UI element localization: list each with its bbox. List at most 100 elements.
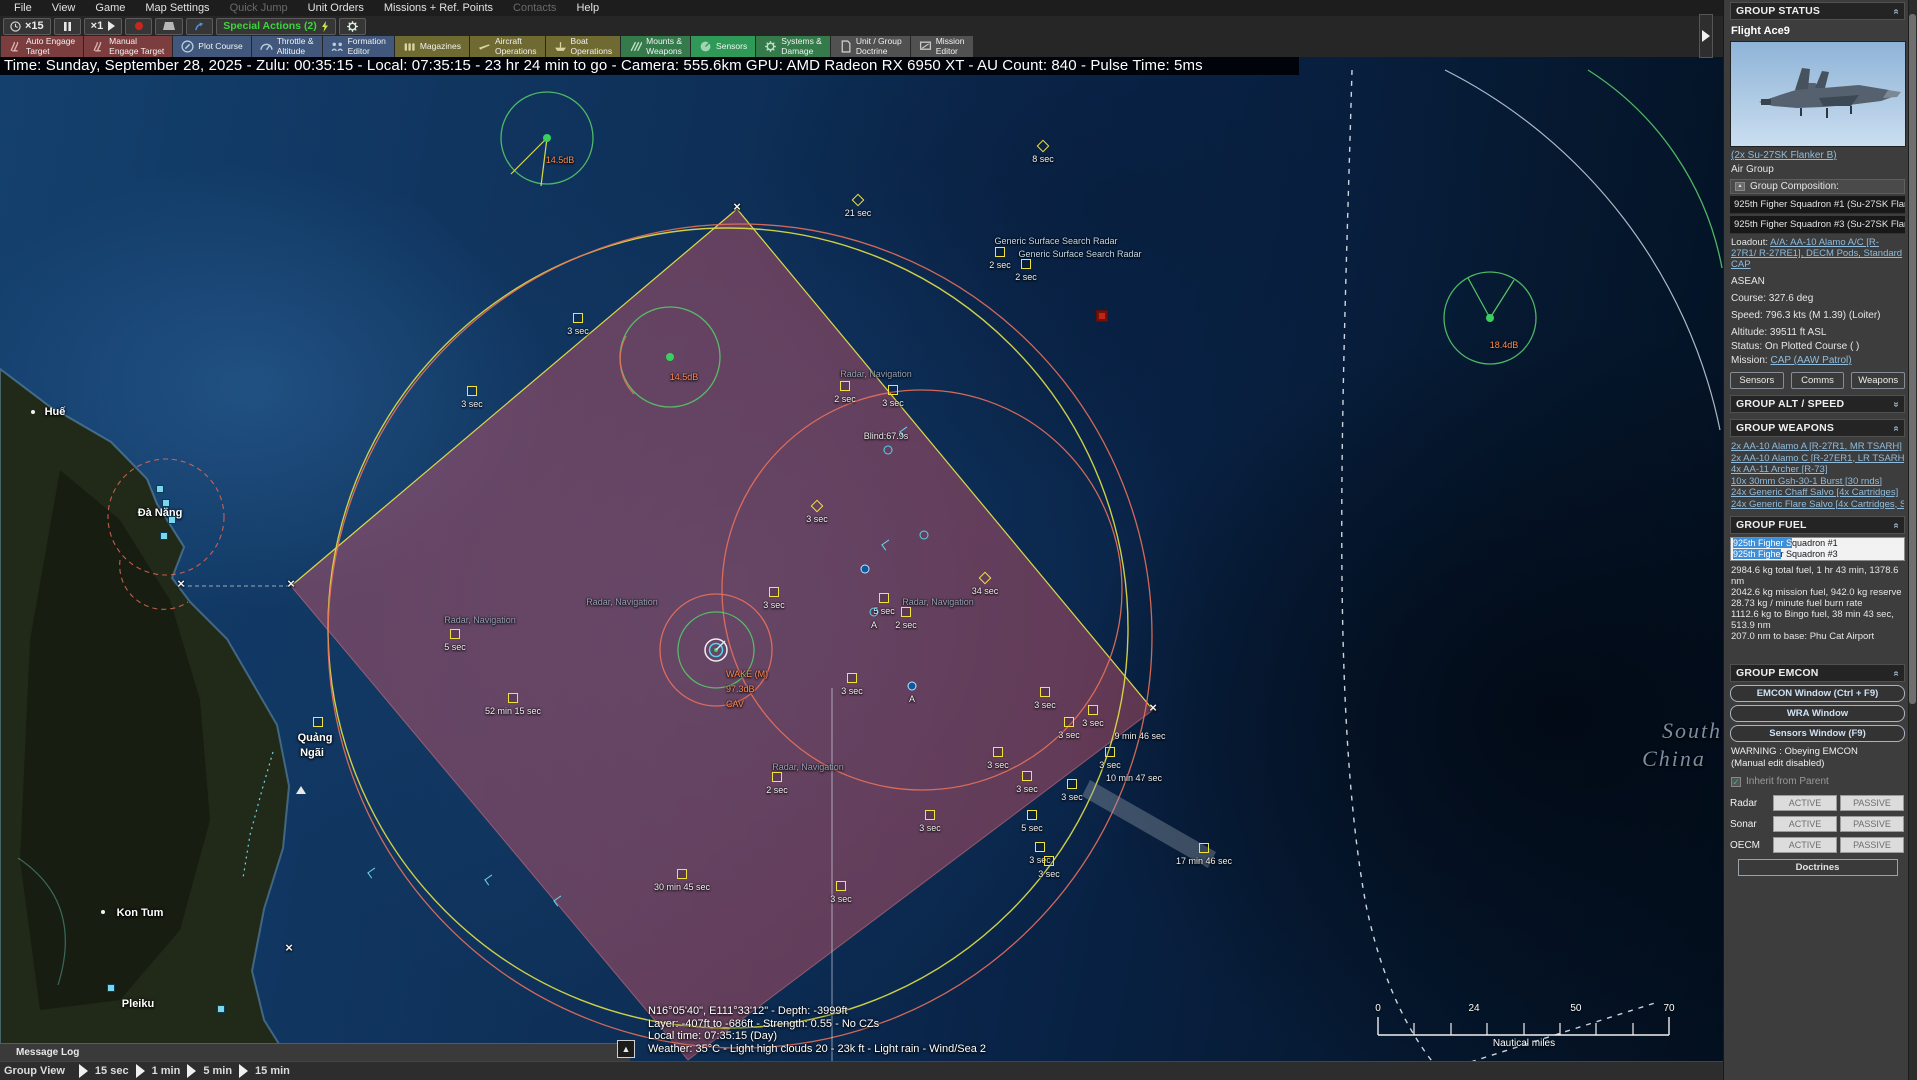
wake-contact[interactable] [703,637,729,663]
friendly-base-icon[interactable] [162,499,170,507]
contact-unknown-surface[interactable] [925,810,935,820]
contact-unknown-surface[interactable] [836,881,846,891]
tab-sensors[interactable]: Sensors [1730,372,1784,389]
contact-unknown-surface[interactable] [879,593,889,603]
contact-unknown-surface[interactable] [772,772,782,782]
emcon-button-sensors-window-f9[interactable]: Sensors Window (F9) [1730,725,1905,742]
pause-button[interactable] [54,18,81,35]
menu-contacts[interactable]: Contacts [503,1,566,15]
weapon-link[interactable]: 4x AA-11 Archer [R-73] [1731,464,1904,476]
contact-unknown-surface[interactable] [1022,771,1032,781]
contact-unknown-surface[interactable] [847,673,857,683]
contact-unknown-surface[interactable] [993,747,1003,757]
time-advance-5-min[interactable]: 5 min [187,1064,232,1078]
sidebar-collapse-button[interactable] [1699,14,1713,58]
contact-friendly-air[interactable] [870,608,879,617]
toolbar-throttle-altitude[interactable]: Throttle &Altitude [252,36,322,57]
emcon-active-button[interactable]: ACTIVE [1773,816,1837,832]
menu-file[interactable]: File [4,1,42,15]
contact-unknown-surface[interactable] [1021,259,1031,269]
contact-unknown-surface[interactable] [677,869,687,879]
section-alt-speed[interactable]: GROUP ALT / SPEED » [1730,395,1905,413]
toolbar-boat-operations[interactable]: BoatOperations [546,36,621,57]
contact-unknown-surface[interactable] [901,607,911,617]
contact-unknown-surface[interactable] [1027,810,1037,820]
toolbar-formation-editor[interactable]: FormationEditor [323,36,394,57]
toolbar-magazines[interactable]: Magazines [395,36,469,57]
sidebar-scrollbar[interactable] [1908,0,1917,1080]
friendly-base-icon[interactable] [168,516,176,524]
friendly-base-icon[interactable] [160,532,168,540]
contact-unknown-surface[interactable] [888,385,898,395]
contact-friendly-air[interactable] [920,531,929,540]
emcon-passive-button[interactable]: PASSIVE [1840,837,1904,853]
emcon-passive-button[interactable]: PASSIVE [1840,795,1904,811]
group-view-label[interactable]: Group View [4,1065,65,1077]
settings-button[interactable] [339,18,366,35]
contact-unknown-surface[interactable] [995,247,1005,257]
toolbar-mission-editor[interactable]: MissionEditor [911,36,973,57]
contact-unknown-surface[interactable] [508,693,518,703]
tab-comms[interactable]: Comms [1791,372,1845,389]
time-speed-button[interactable]: ×15 [3,18,51,35]
special-actions-button[interactable]: Special Actions (2) [216,18,336,35]
tab-weapons[interactable]: Weapons [1851,372,1905,389]
menu-unit-orders[interactable]: Unit Orders [298,1,374,15]
fuel-unit-row[interactable]: 925th Figher Squadron #1 [1731,538,1904,549]
contact-unknown-surface[interactable] [769,587,779,597]
friendly-base-icon[interactable] [217,1005,225,1013]
contact-unknown-surface[interactable] [450,629,460,639]
weapon-link[interactable]: 10x 30mm Gsh-30-1 Burst [30 rnds] [1731,476,1904,488]
emcon-active-button[interactable]: ACTIVE [1773,795,1837,811]
group-composition-header[interactable]: ▴ Group Composition: [1730,179,1905,194]
contact-hostile-surface[interactable] [1096,310,1108,322]
contact-unknown-surface[interactable] [1040,687,1050,697]
section-fuel[interactable]: GROUP FUEL » [1730,516,1905,534]
city-dot-icon[interactable] [101,910,105,914]
contact-unknown-surface[interactable] [1035,842,1045,852]
menu-map-settings[interactable]: Map Settings [135,1,219,15]
menu-missions-ref-points[interactable]: Missions + Ref. Points [374,1,503,15]
contact-friendly-unit[interactable] [861,565,870,574]
time-advance-15-sec[interactable]: 15 sec [79,1064,129,1078]
toolbar-plot-course[interactable]: Plot Course [173,36,250,57]
contact-friendly-unit[interactable] [908,682,917,691]
jump-button[interactable] [186,18,213,35]
collapse-toggle-icon[interactable]: ▴ [1735,182,1745,191]
weapon-link[interactable]: 2x AA-10 Alamo A [R-27R1, MR TSARH] [1731,441,1904,453]
expand-message-log-button[interactable]: ▲ [617,1040,635,1058]
contact-unknown-surface[interactable] [1044,856,1054,866]
weapon-link[interactable]: 2x AA-10 Alamo C [R-27ER1, LR TSARH] [1731,453,1904,465]
group-status-header[interactable]: GROUP STATUS » [1730,2,1905,20]
composition-row[interactable]: 925th Figher Squadron #3 (Su-27SK Flanke… [1730,216,1905,234]
contact-unknown-surface[interactable] [840,381,850,391]
toolbar-sensors[interactable]: Sensors [691,36,755,57]
city-dot-icon[interactable] [31,410,35,414]
nav-triangle-icon[interactable] [296,786,306,794]
menu-view[interactable]: View [42,1,86,15]
emcon-button-emcon-window-ctrl-f9[interactable]: EMCON Window (Ctrl + F9) [1730,685,1905,702]
weapon-link[interactable]: 24x Generic Flare Salvo [4x Cartridges, … [1731,499,1904,511]
doctrines-button[interactable]: Doctrines [1738,859,1898,876]
menu-quick-jump[interactable]: Quick Jump [220,1,298,15]
toolbar-mounts-weapons[interactable]: Mounts &Weapons [621,36,690,57]
mission-link[interactable]: CAP (AAW Patrol) [1770,355,1851,366]
presentation-button[interactable] [155,18,183,35]
message-log-bar[interactable]: Message Log [0,1043,630,1061]
menu-game[interactable]: Game [85,1,135,15]
emcon-active-button[interactable]: ACTIVE [1773,837,1837,853]
toolbar-aircraft-operations[interactable]: AircraftOperations [470,36,545,57]
emcon-passive-button[interactable]: PASSIVE [1840,816,1904,832]
section-weapons[interactable]: GROUP WEAPONS » [1730,419,1905,437]
inherit-checkbox[interactable]: ✓ [1731,777,1741,787]
time-advance-1-min[interactable]: 1 min [136,1064,181,1078]
aircraft-type-link[interactable]: (2x Su-27SK Flanker B) [1731,150,1837,161]
composition-row[interactable]: 925th Figher Squadron #1 (Su-27SK Flanke… [1730,196,1905,214]
contact-unknown-surface[interactable] [1199,843,1209,853]
contact-unknown-surface[interactable] [467,386,477,396]
contact-friendly-air[interactable] [884,446,893,455]
step-button[interactable]: ×1 [84,18,123,35]
toolbar-manual-engage-target[interactable]: ManualEngage Target [84,36,172,57]
toolbar-unit-group-doctrine[interactable]: Unit / GroupDoctrine [831,36,910,57]
section-emcon[interactable]: GROUP EMCON » [1730,664,1905,682]
